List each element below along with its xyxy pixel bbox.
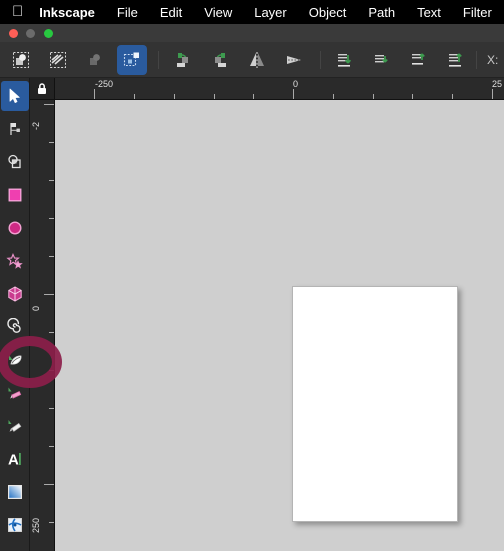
ruler-lock-toggle[interactable] — [30, 78, 55, 100]
minimize-button[interactable] — [26, 29, 35, 38]
menu-item-view[interactable]: View — [204, 5, 232, 20]
hruler-label-0: -250 — [95, 79, 114, 89]
rotate-90-cw-icon[interactable] — [205, 45, 235, 75]
command-toolbar: X: — [0, 42, 504, 78]
pencil-tool[interactable] — [1, 378, 29, 408]
select-all-objects-icon[interactable] — [6, 45, 36, 75]
text-tool[interactable]: A — [1, 444, 29, 474]
menu-item-object[interactable]: Object — [309, 5, 347, 20]
document-page[interactable] — [292, 286, 458, 522]
rotate-90-ccw-icon[interactable] — [168, 45, 198, 75]
menu-item-layer[interactable]: Layer — [254, 5, 287, 20]
shape-builder-tool[interactable] — [1, 147, 29, 177]
select-all-in-all-layers-icon[interactable] — [43, 45, 73, 75]
calligraphy-tool[interactable] — [1, 411, 29, 441]
hruler-label-2: 25 — [492, 79, 503, 89]
svg-text:A: A — [8, 452, 19, 469]
mesh-gradient-tool[interactable] — [1, 510, 29, 540]
app-name-menu[interactable]: Inkscape — [39, 5, 95, 20]
vruler-label-2: 250 — [31, 518, 41, 534]
deselect-icon[interactable] — [80, 45, 110, 75]
x-coordinate-label: X: — [487, 52, 499, 67]
vruler-label-0: -2 — [31, 122, 41, 131]
vruler-label-1: 0 — [31, 306, 41, 312]
vertical-ruler[interactable]: -2 0 250 — [30, 100, 55, 551]
menu-item-text[interactable]: Text — [417, 5, 441, 20]
raise-to-top-icon[interactable] — [330, 45, 360, 75]
tool-box: A — [0, 78, 30, 551]
menu-item-path[interactable]: Path — [368, 5, 395, 20]
lower-icon[interactable] — [404, 45, 434, 75]
rectangle-tool[interactable] — [1, 180, 29, 210]
gradient-tool[interactable] — [1, 477, 29, 507]
dropper-tool[interactable] — [1, 543, 29, 551]
lock-icon — [38, 82, 46, 94]
menu-item-file[interactable]: File — [117, 5, 138, 20]
close-button[interactable] — [9, 29, 18, 38]
spiral-tool[interactable] — [1, 312, 29, 342]
ellipse-tool[interactable] — [1, 213, 29, 243]
flip-horizontal-icon[interactable] — [242, 45, 272, 75]
flip-vertical-icon[interactable] — [279, 45, 309, 75]
apple-menu-icon[interactable]:  — [12, 4, 23, 19]
raise-icon[interactable] — [367, 45, 397, 75]
pen-tool[interactable] — [1, 345, 29, 375]
box3d-tool[interactable] — [1, 279, 29, 309]
horizontal-ruler[interactable]: -250 0 25 — [55, 78, 504, 100]
selector-tool[interactable] — [1, 81, 29, 111]
menu-item-filter[interactable]: Filter — [463, 5, 492, 20]
lower-to-bottom-icon[interactable] — [441, 45, 471, 75]
menu-item-edit[interactable]: Edit — [160, 5, 182, 20]
window-title-bar — [0, 24, 504, 42]
drawing-canvas[interactable] — [55, 100, 504, 551]
hruler-label-1: 0 — [293, 79, 299, 89]
zoom-button[interactable] — [44, 29, 53, 38]
star-tool[interactable] — [1, 246, 29, 276]
select-same-icon[interactable] — [117, 45, 147, 75]
menu-bar:  Inkscape File Edit View Layer Object P… — [0, 0, 504, 24]
node-tool[interactable] — [1, 114, 29, 144]
